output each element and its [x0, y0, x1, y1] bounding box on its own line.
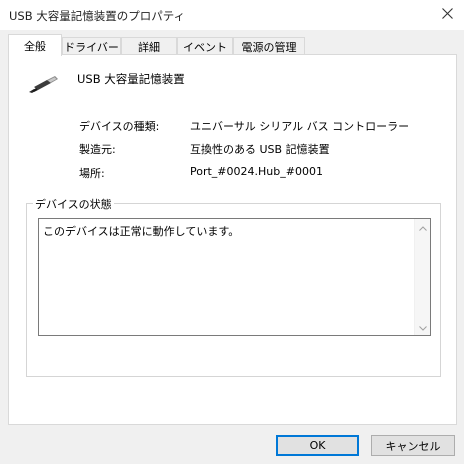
window-title: USB 大容量記憶装置のプロパティ: [9, 9, 186, 23]
general-tab-panel: USB 大容量記憶装置 デバイスの種類: ユニバーサル シリアル バス コントロ…: [8, 54, 457, 425]
title-bar: USB 大容量記憶装置のプロパティ: [0, 0, 464, 30]
device-type-label: デバイスの種類:: [79, 120, 160, 133]
location-value: Port_#0024.Hub_#0001: [190, 165, 323, 178]
tab-details[interactable]: 詳細: [121, 37, 177, 55]
device-status-legend: デバイスの状態: [33, 196, 114, 212]
tab-driver[interactable]: ドライバー: [62, 37, 121, 55]
tab-events[interactable]: イベント: [177, 37, 233, 55]
close-button[interactable]: [430, 0, 464, 30]
close-icon: [441, 8, 453, 22]
device-status-textbox[interactable]: このデバイスは正常に動作しています。: [38, 218, 431, 336]
device-type-value: ユニバーサル シリアル バス コントローラー: [190, 120, 410, 133]
tab-general[interactable]: 全般: [8, 34, 62, 56]
location-label: 場所:: [79, 167, 105, 180]
usb-device-icon: [27, 73, 59, 97]
status-scrollbar[interactable]: [414, 219, 430, 335]
cancel-button[interactable]: キャンセル: [371, 435, 455, 456]
manufacturer-value: 互換性のある USB 記憶装置: [190, 143, 330, 156]
scroll-up-arrow[interactable]: [415, 220, 431, 234]
device-status-group: デバイスの状態 このデバイスは正常に動作しています。: [26, 196, 441, 377]
device-name: USB 大容量記憶装置: [77, 72, 185, 86]
chevron-up-icon: [419, 221, 427, 234]
device-status-text: このデバイスは正常に動作しています。: [43, 225, 240, 238]
tab-power-management[interactable]: 電源の管理: [233, 37, 305, 55]
manufacturer-label: 製造元:: [79, 143, 116, 156]
tab-strip: 全般 ドライバー 詳細 イベント 電源の管理: [8, 34, 456, 56]
chevron-down-icon: [419, 321, 427, 334]
ok-button[interactable]: OK: [276, 435, 359, 456]
scroll-down-arrow[interactable]: [415, 320, 431, 334]
